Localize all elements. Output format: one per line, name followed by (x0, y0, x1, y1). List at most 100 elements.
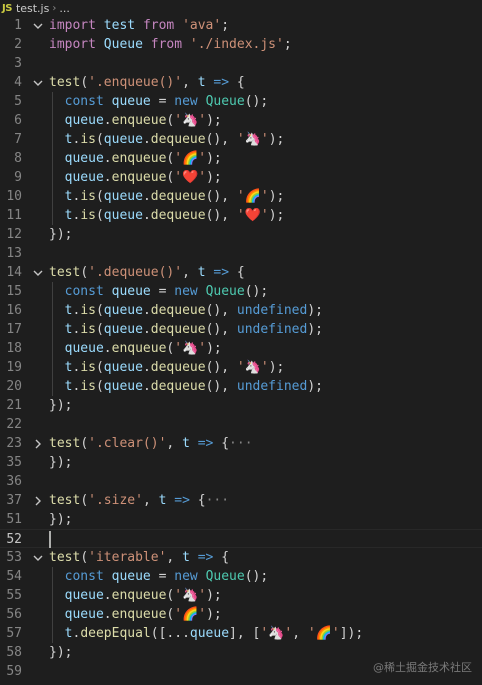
code-line[interactable]: 21}); (0, 396, 482, 415)
code-line[interactable]: 22 (0, 415, 482, 434)
line-number: 11 (6, 208, 22, 223)
code-line[interactable]: 53 test('iterable', t => { (0, 548, 482, 567)
code-line[interactable]: 3 (0, 54, 482, 73)
code-line[interactable]: 52 (0, 529, 482, 548)
code-token: . (103, 170, 112, 185)
code-line[interactable]: 12}); (0, 225, 482, 244)
code-token: (), (205, 208, 237, 223)
code-line[interactable]: 36 (0, 472, 482, 491)
code-line[interactable]: 11 t.is(queue.dequeue(), '❤️'); (0, 206, 482, 225)
code-line[interactable]: 2 import Queue from './index.js'; (0, 35, 482, 54)
code-text: }); (49, 510, 72, 529)
folded-ellipsis[interactable]: ··· (229, 436, 252, 451)
line-number: 59 (6, 664, 22, 679)
code-token: { (189, 493, 206, 508)
code-text: t.is(queue.dequeue(), undefined); (49, 320, 323, 339)
code-editor[interactable]: 1 import test from 'ava'; 2 import Queue fr… (0, 16, 482, 681)
line-number: 55 (6, 588, 22, 603)
code-token: }); (49, 227, 73, 242)
fold-chevron-down-icon[interactable] (31, 73, 45, 92)
code-line[interactable]: 6 queue.enqueue('🦄'); (0, 111, 482, 130)
code-line[interactable]: 35}); (0, 453, 482, 472)
line-number: 9 (14, 170, 22, 185)
code-line[interactable]: 5 const queue = new Queue(); (0, 92, 482, 111)
code-token: ); (206, 113, 222, 128)
code-token: new (174, 569, 198, 584)
fold-chevron-down-icon[interactable] (31, 16, 45, 35)
code-line[interactable]: 20 t.is(queue.dequeue(), undefined); (0, 377, 482, 396)
line-number: 58 (6, 645, 22, 660)
code-line[interactable]: 57 t.deepEqual([...queue], ['🦄', '🌈']); (0, 624, 482, 643)
code-line[interactable]: 10 t.is(queue.dequeue(), '🌈'); (0, 187, 482, 206)
code-token: ( (80, 75, 89, 90)
code-token: ); (206, 151, 222, 166)
code-line[interactable]: 56 queue.enqueue('🌈'); (0, 605, 482, 624)
line-number: 6 (14, 113, 22, 128)
code-line[interactable]: 17 t.is(queue.dequeue(), undefined); (0, 320, 482, 339)
code-token: queue (111, 94, 151, 109)
code-line[interactable]: 18 queue.enqueue('🦄'); (0, 339, 482, 358)
code-token: => (197, 436, 214, 451)
code-token: ( (95, 322, 104, 337)
fold-chevron-down-icon[interactable] (31, 548, 45, 567)
code-line[interactable]: 54 const queue = new Queue(); (0, 567, 482, 586)
line-number: 5 (14, 94, 22, 109)
line-number: 17 (6, 322, 22, 337)
code-token: ( (95, 189, 104, 204)
fold-chevron-right-icon[interactable] (31, 491, 45, 510)
fold-chevron-down-icon[interactable] (31, 263, 45, 282)
code-line[interactable]: 15 const queue = new Queue(); (0, 282, 482, 301)
code-token: queue (64, 170, 104, 185)
code-token: enqueue (111, 151, 167, 166)
code-token: undefined (236, 379, 308, 394)
code-token: test (49, 436, 81, 451)
code-line[interactable]: 1 import test from 'ava'; (0, 16, 482, 35)
code-line[interactable]: 14 test('.dequeue()', t => { (0, 263, 482, 282)
code-line[interactable]: 8 queue.enqueue('🌈'); (0, 149, 482, 168)
code-line[interactable]: 13 (0, 244, 482, 263)
code-token: const (64, 94, 104, 109)
code-token: t (182, 436, 190, 451)
folded-ellipsis[interactable]: ··· (206, 493, 229, 508)
code-text: queue.enqueue('🦄'); (49, 586, 222, 605)
code-line[interactable]: 51}); (0, 510, 482, 529)
code-token: . (103, 588, 112, 603)
line-number: 56 (6, 607, 22, 622)
code-token: ); (307, 322, 323, 337)
code-line[interactable]: 7 t.is(queue.dequeue(), '🦄'); (0, 130, 482, 149)
code-token: dequeue (150, 379, 206, 394)
code-line[interactable]: 37 test('.size', t => {··· (0, 491, 482, 510)
code-text: const queue = new Queue(); (49, 92, 269, 111)
breadcrumb-file[interactable]: test.js (16, 2, 49, 15)
line-number: 22 (6, 417, 22, 432)
code-token: dequeue (150, 360, 206, 375)
code-line[interactable]: 9 queue.enqueue('❤️'); (0, 168, 482, 187)
code-token: queue (64, 113, 104, 128)
fold-chevron-right-icon[interactable] (31, 434, 45, 453)
code-text: }); (49, 643, 72, 662)
code-token: '❤️' (236, 208, 269, 223)
code-token: . (142, 189, 151, 204)
code-line[interactable]: 23 test('.clear()', t => {··· (0, 434, 482, 453)
code-text: test('.enqueue()', t => { (49, 73, 245, 92)
watermark: @稀土掘金技术社区 (373, 661, 472, 674)
code-line[interactable]: 4 test('.enqueue()', t => { (0, 73, 482, 92)
code-token: dequeue (150, 132, 206, 147)
breadcrumb-symbol[interactable]: ... (59, 2, 70, 15)
code-token: ( (95, 132, 104, 147)
code-token: ( (80, 493, 89, 508)
code-line[interactable]: 19 t.is(queue.dequeue(), '🦄'); (0, 358, 482, 377)
code-token: Queue (205, 284, 245, 299)
code-line[interactable]: 55 queue.enqueue('🦄'); (0, 586, 482, 605)
code-token: queue (103, 303, 143, 318)
code-token: t (197, 265, 206, 280)
code-text: test('.dequeue()', t => { (49, 263, 245, 282)
code-line[interactable]: 16 t.is(queue.dequeue(), undefined); (0, 301, 482, 320)
